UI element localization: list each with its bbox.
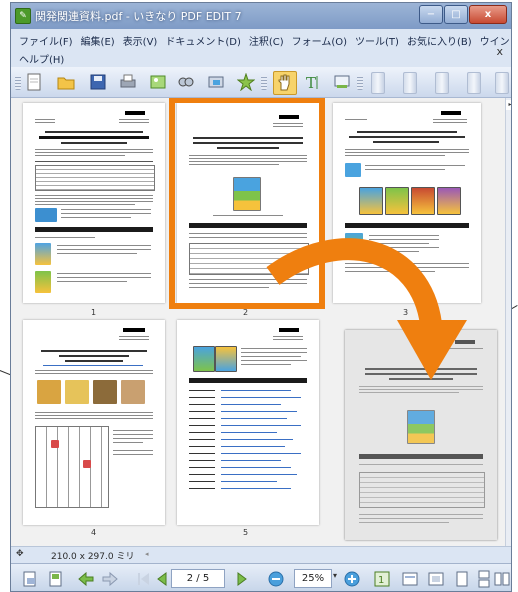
main-toolbar: T (11, 67, 511, 98)
find-icon[interactable] (177, 73, 195, 91)
menu-tools[interactable]: ツール(T) (355, 33, 399, 48)
continuous-page-icon[interactable] (475, 570, 493, 588)
svg-text:T: T (306, 74, 316, 91)
facing-pages-icon[interactable] (493, 570, 511, 588)
zoom-dropdown-arrow-icon[interactable]: ▾ (333, 571, 337, 580)
image-icon[interactable] (149, 73, 167, 91)
title-bar[interactable]: ✎ 関発関連資料.pdf - いきなり PDF EDIT 7 − □ x (11, 3, 511, 29)
zoom-in-icon[interactable] (343, 570, 361, 588)
menu-bar: ファイル(F) 編集(E) 表示(V) ドキュメント(D) 注釈(C) フォーム… (11, 29, 511, 67)
fit-width-icon[interactable] (401, 570, 419, 588)
snapshot-icon[interactable] (333, 73, 351, 91)
text-tool-icon[interactable]: T (303, 73, 321, 92)
hand-tool-icon[interactable] (273, 71, 297, 95)
status-move-icon[interactable]: ✥ (16, 549, 24, 559)
status-bar: ✥ 210.0 x 297.0 ミリ ◂ (11, 546, 511, 563)
menu-view[interactable]: 表示(V) (123, 33, 158, 48)
forward-arrow-icon[interactable] (101, 570, 119, 588)
page-tool-icon[interactable] (21, 570, 39, 588)
print-icon[interactable] (119, 73, 137, 91)
new-document-icon[interactable] (25, 73, 43, 91)
toolbar-grip[interactable] (467, 72, 481, 94)
move-arrow-icon (266, 238, 467, 380)
app-logo-icon: ✎ (15, 8, 31, 24)
toolbar-separator (261, 75, 267, 90)
scroll-up-arrow-icon[interactable]: ▸ (506, 100, 511, 110)
toolbar-grip[interactable] (435, 72, 449, 94)
window-title: 関発関連資料.pdf - いきなり PDF EDIT 7 (35, 10, 242, 23)
first-page-icon[interactable] (135, 570, 153, 588)
favorite-star-icon[interactable] (236, 72, 256, 92)
toolbar-grip[interactable] (495, 72, 509, 94)
close-button[interactable]: x (469, 5, 507, 24)
zoom-level-field[interactable]: 25% (294, 569, 332, 588)
vertical-scrollbar[interactable]: ▸ (505, 98, 511, 546)
save-icon[interactable] (89, 73, 107, 91)
navigation-bar: 2 / 5 25% ▾ 1 (11, 563, 511, 591)
zoom-out-icon[interactable] (267, 570, 285, 588)
menu-edit[interactable]: 編集(E) (81, 33, 115, 48)
menu-favorites[interactable]: お気に入り(B) (407, 33, 472, 48)
actual-size-icon[interactable] (427, 570, 445, 588)
svg-text:1: 1 (378, 575, 384, 586)
page-number-field[interactable]: 2 / 5 (171, 569, 225, 588)
toolbar-grip[interactable] (371, 72, 385, 94)
page-thumbnail-area[interactable]: 1 2 3 4 5 (11, 98, 505, 546)
toolbar-grip[interactable] (403, 72, 417, 94)
toolbar-separator (357, 75, 363, 90)
page-view-icon[interactable] (47, 570, 65, 588)
maximize-button[interactable]: □ (444, 5, 468, 24)
next-page-icon[interactable] (233, 570, 251, 588)
scroll-left-arrow-icon[interactable]: ◂ (145, 550, 149, 558)
menu-document[interactable]: ドキュメント(D) (165, 33, 241, 48)
minimize-button[interactable]: − (419, 5, 443, 24)
scan-icon[interactable] (207, 73, 225, 91)
menu-form[interactable]: フォーム(O) (292, 33, 347, 48)
menu-comment[interactable]: 注釈(C) (249, 33, 284, 48)
toolbar-grip[interactable] (15, 75, 21, 90)
back-arrow-icon[interactable] (77, 570, 95, 588)
previous-page-icon[interactable] (153, 570, 171, 588)
fit-page-icon[interactable]: 1 (373, 570, 391, 588)
menu-help[interactable]: ヘルプ(H) (19, 51, 64, 66)
document-close-button[interactable]: x (496, 45, 503, 58)
open-folder-icon[interactable] (57, 73, 75, 91)
single-page-icon[interactable] (453, 570, 471, 588)
app-window: ✎ 関発関連資料.pdf - いきなり PDF EDIT 7 − □ x ファイ… (10, 2, 512, 592)
menu-file[interactable]: ファイル(F) (19, 33, 73, 48)
page-size-readout: 210.0 x 297.0 ミリ (51, 552, 135, 562)
